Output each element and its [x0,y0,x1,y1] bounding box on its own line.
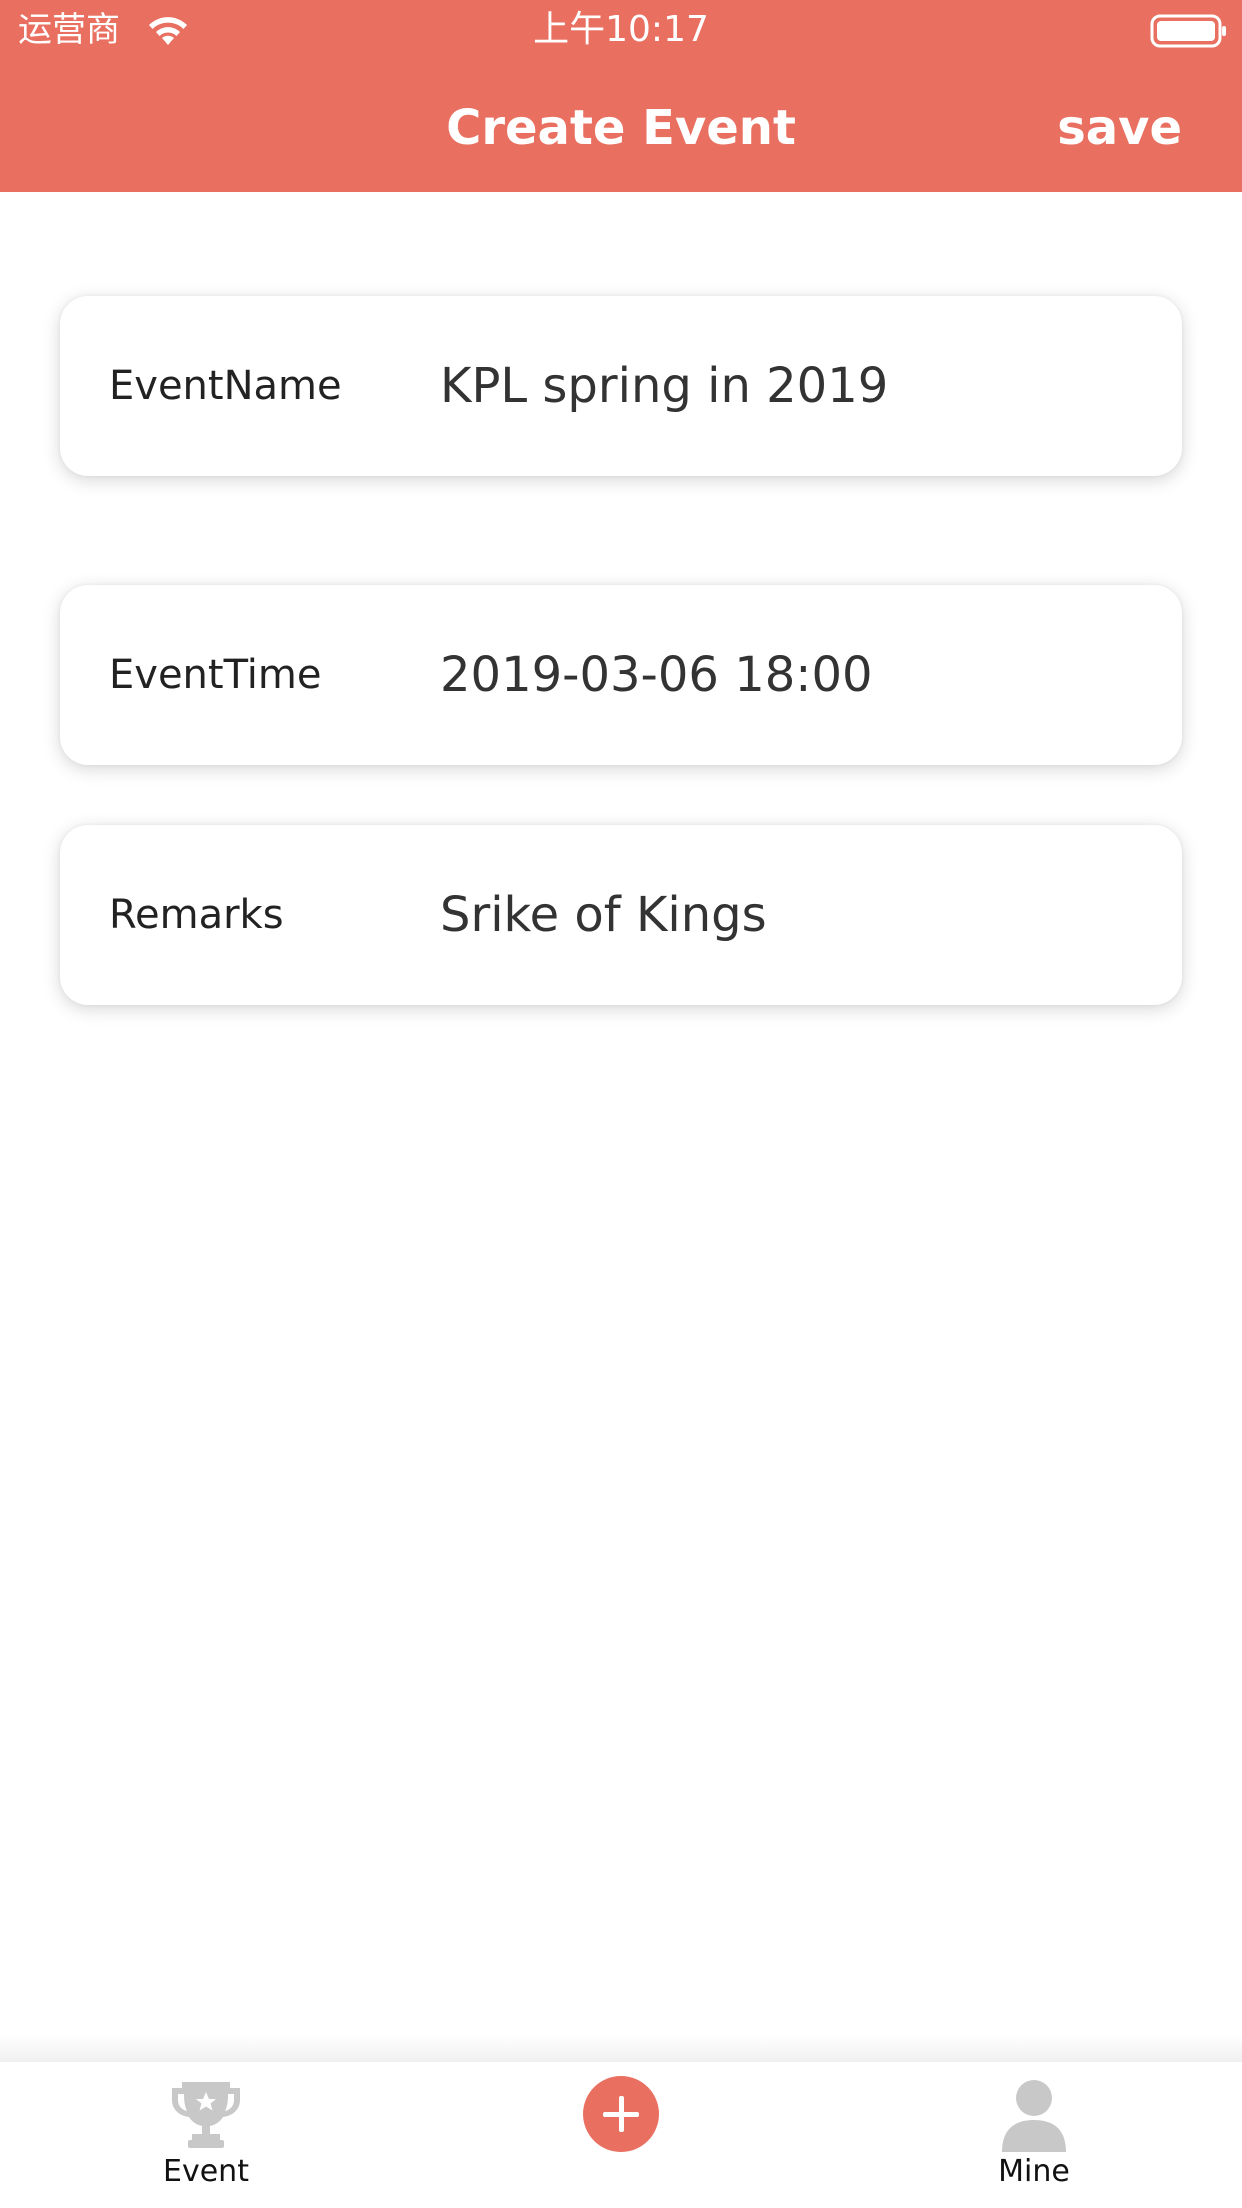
remarks-card[interactable]: Remarks Srike of Kings [60,825,1182,1005]
event-name-label: EventName [109,363,342,409]
tab-bar: Event Mine [0,2062,1242,2208]
trophy-icon [168,2076,244,2156]
page-title: Create Event [446,100,796,156]
add-circle-icon [583,2076,659,2152]
remarks-label: Remarks [109,892,284,938]
tab-add[interactable] [471,2062,771,2208]
tab-bar-shadow [0,2034,1242,2062]
header: 运营商 上午10:17 Create Event save [0,0,1242,192]
tab-mine[interactable]: Mine [884,2062,1184,2208]
event-time-label: EventTime [109,652,322,698]
event-name-card[interactable]: EventName KPL spring in 2019 [60,296,1182,476]
event-name-field[interactable]: KPL spring in 2019 [440,296,1142,476]
remarks-field[interactable]: Srike of Kings [440,825,1142,1005]
event-time-field[interactable]: 2019-03-06 18:00 [440,585,1142,765]
save-button[interactable]: save [1057,98,1182,158]
status-time: 上午10:17 [533,9,709,50]
event-time-card[interactable]: EventTime 2019-03-06 18:00 [60,585,1182,765]
tab-event-label: Event [163,2154,249,2189]
tab-event[interactable]: Event [56,2062,356,2208]
tab-mine-label: Mine [998,2154,1070,2189]
nav-bar: Create Event save [0,62,1242,192]
status-bar: 运营商 上午10:17 [0,0,1242,62]
person-icon [996,2076,1072,2156]
battery-icon [1150,14,1228,48]
